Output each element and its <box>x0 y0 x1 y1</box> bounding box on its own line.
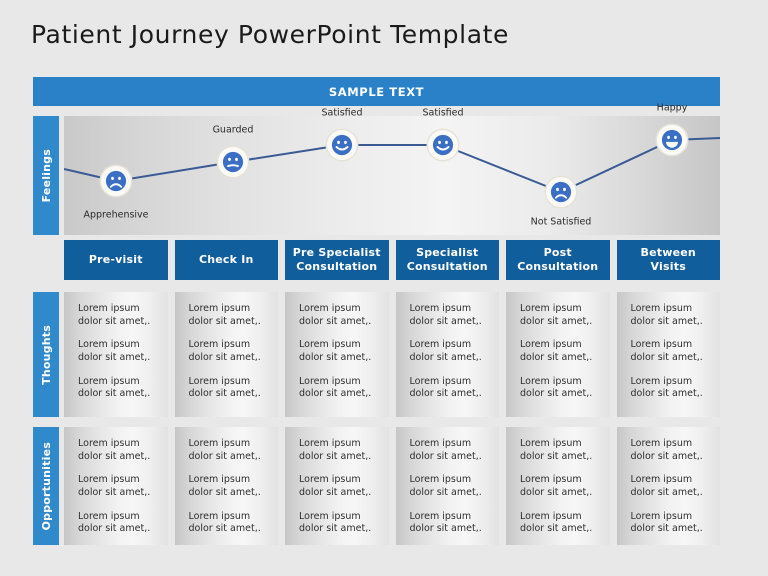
opportunities-cell[interactable]: Lorem ipsum dolor sit amet,. Lorem ipsum … <box>616 427 720 545</box>
thoughts-text: Lorem ipsum dolor sit amet,. <box>299 375 372 400</box>
stage-header-5[interactable]: Post Consultation <box>506 240 610 280</box>
feelings-trend-line <box>64 137 720 193</box>
feelings-chart-panel: Apprehensive Guarded Satisfied Satisfied Not… <box>64 103 720 235</box>
opportunities-text: Lorem ipsum dolor sit amet,. <box>78 438 151 462</box>
opportunities-text: Lorem ipsum dolor sit amet,. <box>188 474 261 498</box>
opportunities-text: Lorem ipsum dolor sit amet,. <box>188 510 261 535</box>
stage-header-label: Between Visits <box>640 246 696 273</box>
sample-text-label: SAMPLE TEXT <box>328 84 425 99</box>
row-label-thoughts-text: Thoughts <box>39 324 53 385</box>
stage-header-label: Post Consultation <box>517 246 599 273</box>
thoughts-text: Lorem ipsum dolor sit amet,. <box>630 375 703 400</box>
grinning-face-icon[interactable] <box>657 125 687 155</box>
opportunities-band: Lorem ipsum dolor sit amet,. Lorem ipsum … <box>64 427 720 545</box>
opportunities-cell[interactable]: Lorem ipsum dolor sit amet,. Lorem ipsum … <box>395 427 499 545</box>
frowning-face-icon[interactable] <box>101 166 131 196</box>
stage-header-label: Specialist Consultation <box>406 246 488 273</box>
thoughts-text: Lorem ipsum dolor sit amet,. <box>78 375 151 400</box>
feelings-caption: Satisfied <box>321 107 363 119</box>
frowning-face-icon[interactable] <box>546 177 576 207</box>
thoughts-text: Lorem ipsum dolor sit amet,. <box>630 303 703 327</box>
confused-face-icon[interactable] <box>218 147 248 177</box>
opportunities-text: Lorem ipsum dolor sit amet,. <box>520 510 593 535</box>
thoughts-text: Lorem ipsum dolor sit amet,. <box>188 303 261 327</box>
thoughts-cell[interactable]: Lorem ipsum dolor sit amet,. Lorem ipsum … <box>395 292 499 417</box>
opportunities-text: Lorem ipsum dolor sit amet,. <box>78 474 151 498</box>
thoughts-text: Lorem ipsum dolor sit amet,. <box>409 375 482 400</box>
stage-header-row: Pre-visit Check In Pre Specialist Consulta… <box>64 240 720 280</box>
thoughts-cell[interactable]: Lorem ipsum dolor sit amet,. Lorem ipsum … <box>616 292 720 417</box>
opportunities-text: Lorem ipsum dolor sit amet,. <box>409 474 482 498</box>
stage-header-2[interactable]: Check In <box>174 240 278 280</box>
stage-header-label: Pre Specialist Consultation <box>292 246 381 273</box>
opportunities-text: Lorem ipsum dolor sit amet,. <box>520 438 593 462</box>
thoughts-text: Lorem ipsum dolor sit amet,. <box>409 339 482 363</box>
stage-header-3[interactable]: Pre Specialist Consultation <box>285 240 389 280</box>
thoughts-cell[interactable]: Lorem ipsum dolor sit amet,. Lorem ipsum … <box>506 292 610 417</box>
row-label-feelings-text: Feelings <box>39 148 53 203</box>
thoughts-text: Lorem ipsum dolor sit amet,. <box>630 339 703 363</box>
smiling-face-icon[interactable] <box>327 130 357 160</box>
feelings-caption: Apprehensive <box>83 209 149 221</box>
feelings-line-chart <box>64 137 720 193</box>
thoughts-text: Lorem ipsum dolor sit amet,. <box>78 339 151 363</box>
row-label-thoughts[interactable]: Thoughts <box>33 292 59 417</box>
opportunities-text: Lorem ipsum dolor sit amet,. <box>630 438 703 462</box>
feelings-caption: Satisfied <box>422 107 464 119</box>
opportunities-text: Lorem ipsum dolor sit amet,. <box>299 438 372 462</box>
thoughts-text: Lorem ipsum dolor sit amet,. <box>299 303 372 327</box>
opportunities-text: Lorem ipsum dolor sit amet,. <box>78 510 151 535</box>
smiling-face-icon[interactable] <box>428 130 458 160</box>
thoughts-cell[interactable]: Lorem ipsum dolor sit amet,. Lorem ipsum … <box>64 292 168 417</box>
opportunities-text: Lorem ipsum dolor sit amet,. <box>299 510 372 535</box>
feelings-caption: Guarded <box>212 124 254 136</box>
thoughts-text: Lorem ipsum dolor sit amet,. <box>188 339 261 363</box>
thoughts-text: Lorem ipsum dolor sit amet,. <box>409 303 482 327</box>
stage-header-4[interactable]: Specialist Consultation <box>395 240 499 280</box>
opportunities-text: Lorem ipsum dolor sit amet,. <box>299 474 372 498</box>
stage-header-1[interactable]: Pre-visit <box>64 240 168 280</box>
opportunities-text: Lorem ipsum dolor sit amet,. <box>188 438 261 462</box>
thoughts-cell[interactable]: Lorem ipsum dolor sit amet,. Lorem ipsum … <box>285 292 389 417</box>
sample-text-banner[interactable]: SAMPLE TEXT <box>33 77 720 106</box>
row-label-opportunities-text: Opportunities <box>39 441 53 531</box>
page-title: Patient Journey PowerPoint Template <box>31 20 509 49</box>
opportunities-cell[interactable]: Lorem ipsum dolor sit amet,. Lorem ipsum … <box>174 427 278 545</box>
thoughts-band: Lorem ipsum dolor sit amet,. Lorem ipsum … <box>64 292 720 417</box>
thoughts-text: Lorem ipsum dolor sit amet,. <box>299 339 372 363</box>
thoughts-text: Lorem ipsum dolor sit amet,. <box>520 375 593 400</box>
opportunities-text: Lorem ipsum dolor sit amet,. <box>630 474 703 498</box>
opportunities-text: Lorem ipsum dolor sit amet,. <box>520 474 593 498</box>
stage-header-label: Pre-visit <box>88 253 143 267</box>
opportunities-text: Lorem ipsum dolor sit amet,. <box>409 438 482 462</box>
opportunities-text: Lorem ipsum dolor sit amet,. <box>409 510 482 535</box>
thoughts-text: Lorem ipsum dolor sit amet,. <box>520 339 593 363</box>
opportunities-text: Lorem ipsum dolor sit amet,. <box>630 510 703 535</box>
row-label-feelings[interactable]: Feelings <box>33 116 59 235</box>
thoughts-text: Lorem ipsum dolor sit amet,. <box>188 375 261 400</box>
opportunities-cell[interactable]: Lorem ipsum dolor sit amet,. Lorem ipsum … <box>64 427 168 545</box>
opportunities-cell[interactable]: Lorem ipsum dolor sit amet,. Lorem ipsum … <box>285 427 389 545</box>
stage-header-label: Check In <box>198 253 254 267</box>
feelings-caption: Happy <box>656 102 688 114</box>
thoughts-cell[interactable]: Lorem ipsum dolor sit amet,. Lorem ipsum … <box>174 292 278 417</box>
opportunities-cell[interactable]: Lorem ipsum dolor sit amet,. Lorem ipsum … <box>506 427 610 545</box>
thoughts-text: Lorem ipsum dolor sit amet,. <box>78 303 151 327</box>
thoughts-text: Lorem ipsum dolor sit amet,. <box>520 303 593 327</box>
stage-header-6[interactable]: Between Visits <box>616 240 720 280</box>
feelings-caption: Not Satisfied <box>530 216 592 228</box>
row-label-opportunities[interactable]: Opportunities <box>33 427 59 545</box>
